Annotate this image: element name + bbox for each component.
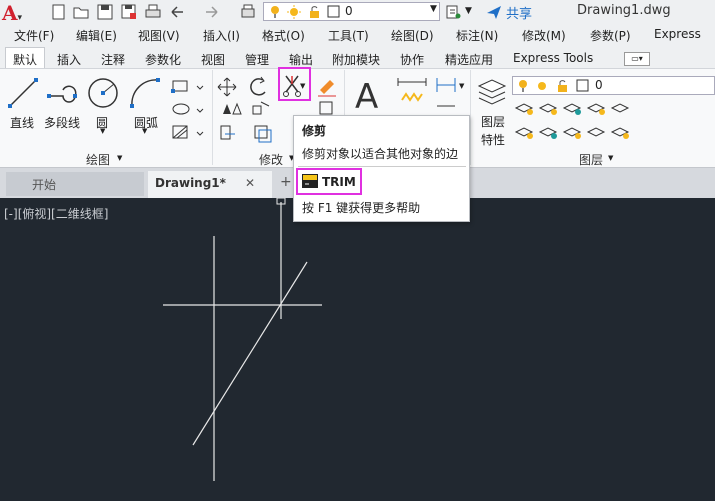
tooltip-description: 修剪对象以适合其他对象的边 bbox=[302, 147, 459, 161]
tooltip-title: 修剪 bbox=[302, 124, 327, 138]
menu-draw[interactable]: 绘图(D) bbox=[391, 27, 434, 44]
layer-properties-icon[interactable] bbox=[475, 76, 509, 110]
ribbon-layer-dropdown[interactable]: 0 bbox=[512, 76, 715, 95]
line-tool-label: 直线 bbox=[10, 116, 35, 130]
tab-start[interactable]: 开始 bbox=[6, 172, 144, 196]
layer-props-label-1: 图层 bbox=[481, 115, 506, 129]
modify-tools-icons[interactable] bbox=[217, 76, 277, 146]
layers-panel-expand-icon[interactable]: ▼ bbox=[608, 154, 613, 162]
draw-panel-expand-icon[interactable]: ▼ bbox=[117, 154, 122, 162]
linear-dim-icon[interactable] bbox=[434, 76, 460, 116]
tab-addins[interactable]: 附加模块 bbox=[332, 51, 380, 68]
arc-tool-icon[interactable] bbox=[128, 76, 164, 110]
menu-view[interactable]: 视图(V) bbox=[138, 27, 180, 44]
tab-parametric[interactable]: 参数化 bbox=[145, 51, 181, 68]
tab-output[interactable]: 输出 bbox=[289, 51, 313, 68]
trim-command-highlight bbox=[296, 168, 362, 195]
layer-state-icons bbox=[271, 5, 340, 19]
match-properties-icon[interactable] bbox=[445, 4, 461, 20]
panel-divider bbox=[212, 70, 213, 165]
menu-dimension[interactable]: 标注(N) bbox=[456, 27, 498, 44]
layer-dropdown[interactable]: 0 ▼ bbox=[263, 2, 440, 21]
share-icon[interactable] bbox=[486, 4, 502, 20]
text-tool-icon[interactable]: A bbox=[352, 76, 388, 112]
layers-panel-title: 图层 bbox=[579, 153, 604, 167]
tab-drawing1-label: Drawing1* bbox=[155, 176, 226, 190]
new-file-icon[interactable] bbox=[51, 4, 67, 20]
circle-tool-icon[interactable] bbox=[86, 76, 120, 110]
plot-icon[interactable] bbox=[240, 4, 256, 20]
print-icon[interactable] bbox=[145, 4, 161, 20]
layer-combo-value: 0 bbox=[345, 4, 353, 18]
tab-drawing1[interactable]: Drawing1* ✕ bbox=[148, 171, 272, 198]
menu-tools[interactable]: 工具(T) bbox=[328, 27, 369, 44]
menu-file[interactable]: 文件(F) bbox=[14, 27, 54, 44]
panel-divider bbox=[470, 70, 471, 165]
menu-format[interactable]: 格式(O) bbox=[262, 27, 305, 44]
tab-annotate[interactable]: 注释 bbox=[101, 51, 125, 68]
menu-modify[interactable]: 修改(M) bbox=[522, 27, 566, 44]
draw-small-tools-icons[interactable] bbox=[170, 78, 210, 144]
share-button[interactable]: 共享 bbox=[506, 3, 532, 22]
drawn-diagonal-line[interactable] bbox=[192, 261, 308, 446]
modify-panel-title: 修改 bbox=[259, 153, 284, 167]
tab-featured-apps[interactable]: 精选应用 bbox=[445, 51, 493, 68]
dim-dropdown-arrow-icon[interactable]: ▼ bbox=[459, 82, 464, 90]
layer-tools-icons[interactable] bbox=[514, 100, 632, 144]
menu-insert[interactable]: 插入(I) bbox=[203, 27, 240, 44]
qat-customize-arrow-icon[interactable]: ▼ bbox=[465, 6, 472, 16]
menu-edit[interactable]: 编辑(E) bbox=[76, 27, 117, 44]
tab-collaborate[interactable]: 协作 bbox=[400, 51, 424, 68]
polyline-tool-label: 多段线 bbox=[44, 116, 81, 130]
open-folder-icon[interactable] bbox=[73, 4, 89, 20]
circle-dropdown-arrow-icon[interactable]: ▼ bbox=[100, 127, 105, 135]
menu-parametric[interactable]: 参数(P) bbox=[590, 27, 631, 44]
redo-icon[interactable] bbox=[204, 4, 220, 20]
tab-default[interactable]: 默认 bbox=[13, 51, 37, 68]
arc-dropdown-arrow-icon[interactable]: ▼ bbox=[142, 127, 147, 135]
svg-text:A: A bbox=[355, 77, 378, 112]
tab-close-icon[interactable]: ✕ bbox=[245, 176, 255, 190]
chevron-down-icon[interactable]: ▼ bbox=[430, 4, 437, 14]
layer-props-label-2: 特性 bbox=[481, 133, 506, 147]
tooltip-help-hint: 按 F1 键获得更多帮助 bbox=[302, 201, 421, 215]
ribbon-layer-value: 0 bbox=[595, 78, 603, 92]
tab-view[interactable]: 视图 bbox=[201, 51, 225, 68]
line-tool-icon[interactable] bbox=[6, 76, 40, 110]
save-icon[interactable] bbox=[97, 4, 113, 20]
tooltip-divider bbox=[298, 166, 466, 167]
undo-icon[interactable] bbox=[169, 4, 185, 20]
tab-manage[interactable]: 管理 bbox=[245, 51, 269, 68]
save-as-icon[interactable] bbox=[121, 4, 137, 20]
app-menu-button[interactable]: A▾ bbox=[2, 1, 28, 25]
ribbon-minimize-button[interactable]: ▭▾ bbox=[624, 52, 650, 66]
trim-tool-highlight bbox=[278, 67, 311, 101]
new-tab-icon[interactable]: + bbox=[280, 174, 292, 190]
menu-express[interactable]: Express bbox=[654, 27, 701, 41]
dimension-tool-icon[interactable] bbox=[396, 76, 428, 106]
drawing-canvas[interactable] bbox=[0, 198, 715, 501]
polyline-tool-icon[interactable] bbox=[45, 76, 81, 110]
drawing-geometry[interactable] bbox=[0, 198, 715, 501]
tab-express-tools[interactable]: Express Tools bbox=[513, 51, 593, 65]
tab-insert[interactable]: 插入 bbox=[57, 51, 81, 68]
document-title: Drawing1.dwg bbox=[577, 3, 671, 18]
ribbon-layer-state-icons bbox=[519, 79, 589, 92]
tab-start-label: 开始 bbox=[32, 178, 57, 192]
draw-panel-title: 绘图 bbox=[86, 153, 111, 167]
viewport-controls-label[interactable]: [-][俯视][二维线框] bbox=[4, 205, 108, 222]
